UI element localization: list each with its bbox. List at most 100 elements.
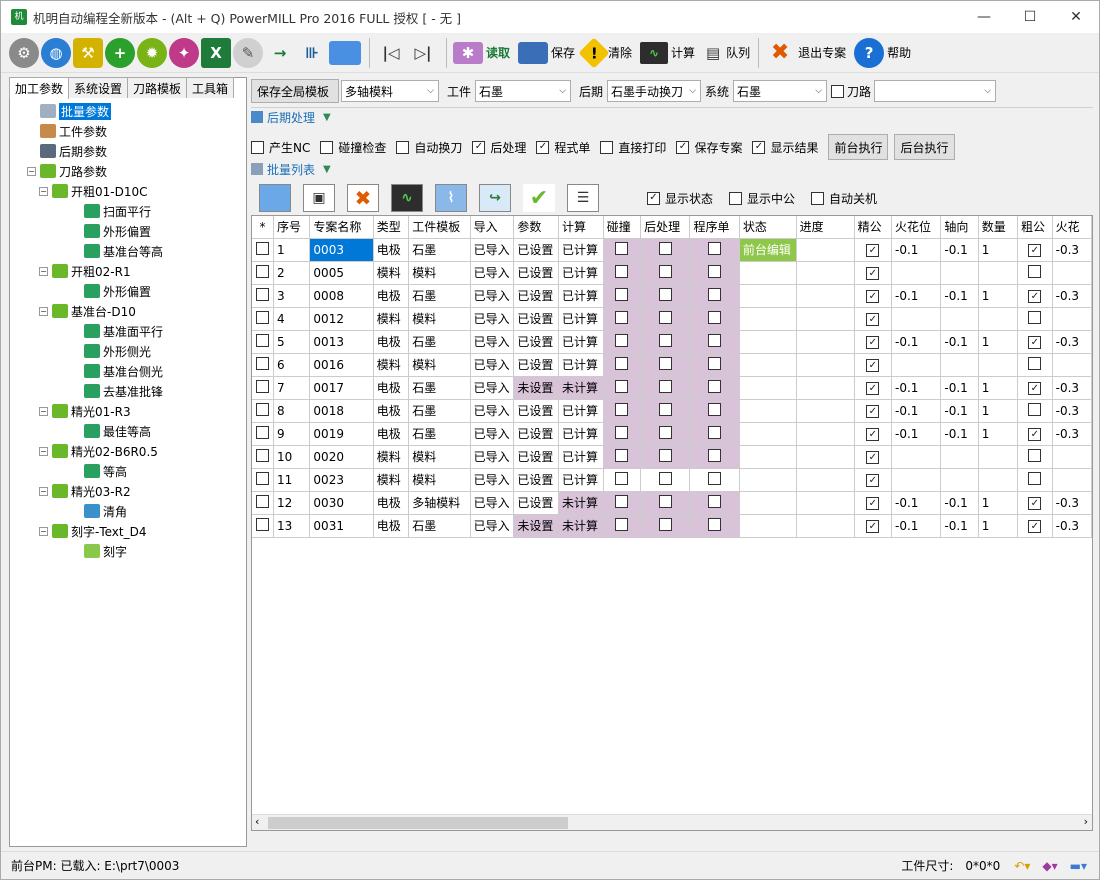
table-row[interactable]: 11 0023 模料 模料 已导入 已设置 已计算 ✓ — [252, 468, 1092, 492]
tree-node[interactable]: − 基准台-D10 — [11, 301, 243, 321]
project-name-cell[interactable]: 0023 — [309, 468, 374, 492]
project-name-cell[interactable]: 0012 — [309, 307, 374, 331]
row-checkbox[interactable] — [658, 241, 672, 255]
settings-gear-button[interactable]: ⚙ — [9, 36, 39, 70]
add-button[interactable]: + — [105, 36, 135, 70]
checkbox-cell[interactable]: ✓ — [1017, 422, 1053, 446]
checkbox-cell[interactable]: ✓ — [854, 468, 893, 492]
row-checkbox[interactable] — [708, 310, 722, 324]
tree-node[interactable]: 等高 — [11, 461, 243, 481]
row-checkbox[interactable] — [658, 425, 672, 439]
row-checkbox[interactable] — [1028, 448, 1042, 462]
tree-node[interactable]: 基准面平行 — [11, 321, 243, 341]
row-checkbox[interactable]: ✓ — [866, 405, 880, 419]
row-checkbox[interactable]: ✓ — [1028, 520, 1042, 534]
display-option[interactable]: 自动关机 — [811, 190, 877, 207]
checkbox-cell[interactable]: ✓ — [854, 399, 893, 423]
row-checkbox[interactable]: ✓ — [866, 474, 880, 488]
option-checkbox[interactable]: ✓ — [752, 140, 766, 154]
checkbox-cell[interactable]: ✓ — [1017, 330, 1053, 354]
row-checkbox[interactable] — [615, 517, 629, 531]
column-header[interactable]: 工件模板 — [408, 216, 471, 239]
checkbox-cell[interactable] — [603, 376, 642, 400]
row-checkbox[interactable]: ✓ — [866, 244, 880, 258]
checkbox-cell[interactable] — [689, 307, 740, 331]
row-checkbox[interactable]: ✓ — [866, 267, 880, 281]
tab-toolbox[interactable]: 工具箱 — [186, 77, 235, 98]
column-header[interactable]: 后处理 — [640, 216, 691, 239]
scrollbar-thumb[interactable] — [268, 817, 568, 829]
project-name-cell[interactable]: 0031 — [309, 514, 374, 538]
checkbox-cell[interactable] — [252, 261, 274, 285]
tab-machining-params[interactable]: 加工参数 — [9, 77, 70, 99]
tree-node[interactable]: 基准台等高 — [11, 241, 243, 261]
table-row[interactable]: 4 0012 模料 模料 已导入 已设置 已计算 ✓ — [252, 307, 1092, 331]
row-checkbox[interactable] — [658, 448, 672, 462]
checkbox-cell[interactable] — [640, 491, 691, 515]
option-checkbox[interactable] — [320, 140, 334, 154]
post-option[interactable]: ✓ 后处理 — [472, 139, 526, 156]
row-checkbox[interactable] — [615, 425, 629, 439]
tree-node[interactable]: − 刻字-Text_D4 — [11, 521, 243, 541]
option-checkbox[interactable]: ✓ — [676, 140, 690, 154]
row-checkbox[interactable] — [255, 287, 269, 301]
help-button[interactable]: ? 帮助 — [854, 36, 911, 70]
chart-button[interactable]: ⌇ — [435, 184, 467, 212]
checkbox-cell[interactable] — [1017, 445, 1053, 469]
excel-button[interactable]: X — [201, 36, 231, 70]
column-header[interactable]: 程序单 — [689, 216, 740, 239]
column-header[interactable]: 类型 — [373, 216, 410, 239]
project-name-cell[interactable]: 0013 — [309, 330, 374, 354]
tree-button[interactable]: ⊪ — [297, 36, 327, 70]
scroll-right-icon[interactable]: › — [1084, 815, 1088, 828]
checkbox-cell[interactable]: ✓ — [1017, 514, 1053, 538]
display-checkbox[interactable]: ✓ — [647, 191, 660, 205]
project-name-cell[interactable]: 0020 — [309, 445, 374, 469]
column-header[interactable]: 进度 — [796, 216, 855, 239]
row-checkbox[interactable] — [615, 402, 629, 416]
row-checkbox[interactable] — [255, 310, 269, 324]
delete-button[interactable]: ✖ — [347, 184, 379, 212]
project-name-cell[interactable]: 0008 — [309, 284, 374, 308]
checkbox-cell[interactable] — [1017, 261, 1053, 285]
checkbox-cell[interactable] — [689, 399, 740, 423]
display-option[interactable]: 显示中公 — [729, 190, 795, 207]
row-checkbox[interactable] — [615, 287, 629, 301]
checkbox-cell[interactable]: ✓ — [854, 330, 893, 354]
row-checkbox[interactable] — [1028, 310, 1042, 324]
undo-icon[interactable]: ↶▾ — [1014, 859, 1030, 873]
row-checkbox[interactable] — [658, 310, 672, 324]
checkbox-cell[interactable] — [252, 330, 274, 354]
checkbox-cell[interactable] — [603, 330, 642, 354]
row-checkbox[interactable] — [658, 333, 672, 347]
checkbox-cell[interactable] — [603, 238, 642, 262]
row-checkbox[interactable] — [658, 402, 672, 416]
checkbox-cell[interactable] — [689, 330, 740, 354]
table-row[interactable]: 2 0005 模料 模料 已导入 已设置 已计算 ✓ — [252, 261, 1092, 285]
row-checkbox[interactable]: ✓ — [866, 520, 880, 534]
tree-node[interactable]: 外形侧光 — [11, 341, 243, 361]
checkbox-cell[interactable] — [252, 468, 274, 492]
row-checkbox[interactable] — [708, 241, 722, 255]
row-checkbox[interactable] — [708, 517, 722, 531]
checkbox-cell[interactable] — [689, 261, 740, 285]
checkbox-cell[interactable] — [603, 284, 642, 308]
project-name-cell[interactable]: 0030 — [309, 491, 374, 515]
post-option[interactable]: 自动换刀 — [396, 139, 462, 156]
row-checkbox[interactable] — [1028, 402, 1042, 416]
checkbox-cell[interactable] — [689, 284, 740, 308]
folder-button[interactable] — [329, 36, 361, 70]
checkbox-cell[interactable] — [252, 491, 274, 515]
checkbox-cell[interactable] — [640, 330, 691, 354]
read-button[interactable]: ✱ 读取 — [453, 36, 510, 70]
table-row[interactable]: 7 0017 电极 石墨 已导入 未设置 未计算 ✓ -0.1 -0.1 1 ✓ -0.3 — [252, 376, 1092, 400]
row-checkbox[interactable] — [615, 471, 629, 485]
checkbox-cell[interactable] — [252, 307, 274, 331]
export-button[interactable]: ↪ — [479, 184, 511, 212]
checkbox-cell[interactable] — [689, 468, 740, 492]
column-header[interactable]: 粗公 — [1017, 216, 1053, 239]
row-checkbox[interactable] — [708, 264, 722, 278]
checkbox-cell[interactable] — [603, 514, 642, 538]
row-checkbox[interactable] — [255, 379, 269, 393]
tree-node[interactable]: 后期参数 — [11, 141, 243, 161]
